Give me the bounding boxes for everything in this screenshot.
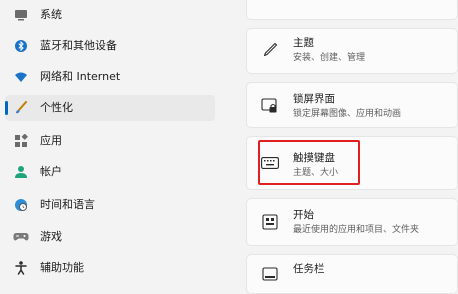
sidebar-item-label: 时间和语言 bbox=[40, 198, 95, 211]
card-description: 最近使用的应用和项目、文件夹 bbox=[293, 225, 420, 235]
taskbar-icon bbox=[261, 265, 279, 283]
sidebar-item-apps[interactable]: 应用 bbox=[5, 128, 215, 154]
setting-card-lock-screen[interactable]: 锁屏界面 锁定屏幕图像、应用和动画 bbox=[246, 82, 458, 128]
brush-icon bbox=[13, 100, 29, 116]
sidebar-item-bluetooth[interactable]: 蓝牙和其他设备 bbox=[5, 33, 215, 59]
highlight-annotation bbox=[258, 140, 360, 185]
setting-card-start[interactable]: 开始 最近使用的应用和项目、文件夹 bbox=[246, 198, 458, 246]
sidebar-item-personalization[interactable]: 个性化 bbox=[5, 95, 215, 121]
sidebar-item-label: 系统 bbox=[40, 8, 62, 21]
setting-card-themes[interactable]: 主题 安装、创建、管理 bbox=[246, 28, 458, 74]
sidebar-item-gaming[interactable]: 游戏 bbox=[5, 224, 215, 250]
setting-card-taskbar[interactable]: 任务栏 bbox=[246, 254, 458, 294]
sidebar-item-accounts[interactable]: 帐户 bbox=[5, 159, 215, 185]
sidebar-item-system[interactable]: 系统 bbox=[5, 2, 215, 28]
gamepad-icon bbox=[13, 229, 29, 245]
sidebar-item-network[interactable]: 网络和 Internet bbox=[5, 64, 215, 90]
sidebar-item-label: 蓝牙和其他设备 bbox=[40, 39, 117, 52]
card-title: 主题 bbox=[293, 37, 314, 49]
settings-content: 主题 安装、创建、管理 锁屏界面 锁定屏幕图像、应用和动画 触摸键盘 主题、大小… bbox=[231, 0, 458, 294]
selection-indicator bbox=[5, 101, 8, 115]
system-icon bbox=[13, 7, 29, 23]
sidebar-item-label: 网络和 Internet bbox=[40, 70, 121, 83]
sidebar-item-label: 应用 bbox=[40, 134, 62, 147]
lock-screen-icon bbox=[261, 97, 279, 115]
start-icon bbox=[261, 213, 279, 231]
apps-icon bbox=[13, 133, 29, 149]
wifi-icon bbox=[13, 69, 29, 85]
account-icon bbox=[13, 164, 29, 180]
sidebar-item-time-language[interactable]: 时间和语言 bbox=[5, 192, 215, 218]
card-description: 安装、创建、管理 bbox=[293, 53, 366, 63]
sidebar-item-label: 个性化 bbox=[40, 101, 73, 114]
setting-card-previous[interactable] bbox=[246, 0, 458, 20]
sidebar-item-accessibility[interactable]: 辅助功能 bbox=[5, 255, 215, 281]
globe-clock-icon bbox=[13, 197, 29, 213]
bluetooth-icon bbox=[13, 38, 29, 54]
sidebar-item-label: 帐户 bbox=[40, 165, 62, 178]
settings-sidebar: 系统 蓝牙和其他设备 网络和 Internet 个性化 应用 帐户 时间和语言 … bbox=[0, 0, 230, 275]
sidebar-item-label: 游戏 bbox=[40, 230, 62, 243]
card-description: 锁定屏幕图像、应用和动画 bbox=[293, 109, 402, 119]
card-title: 开始 bbox=[293, 209, 314, 221]
card-title: 任务栏 bbox=[293, 263, 325, 275]
pen-icon bbox=[261, 41, 279, 59]
card-title: 锁屏界面 bbox=[293, 93, 335, 105]
accessibility-icon bbox=[13, 260, 29, 276]
